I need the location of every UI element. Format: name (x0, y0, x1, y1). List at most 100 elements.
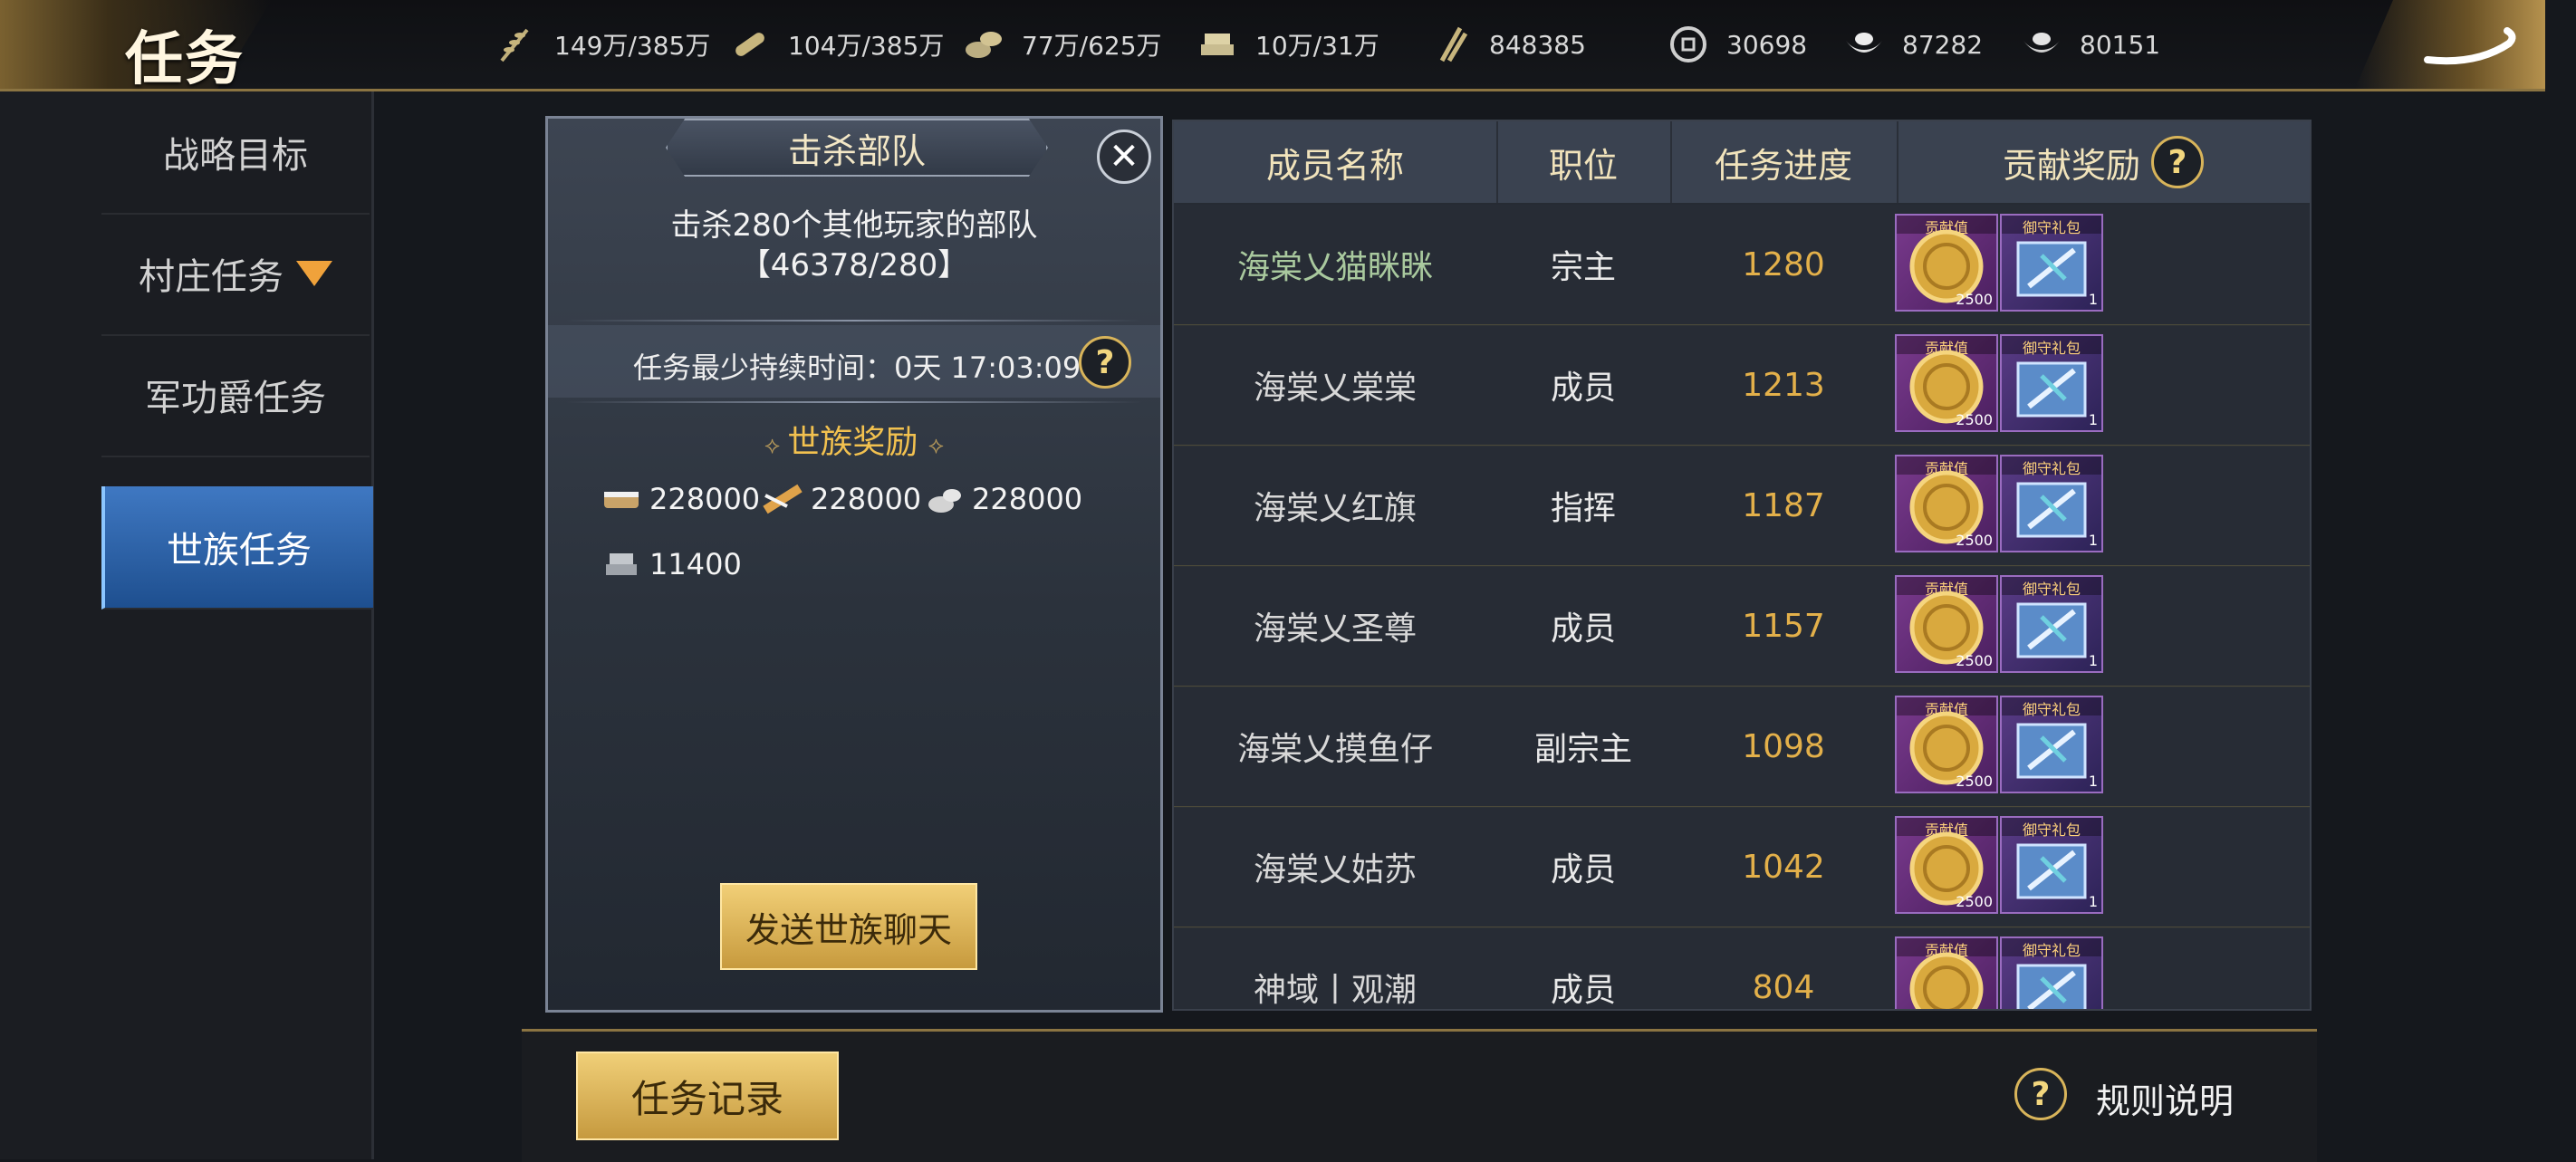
iron-value: 10万/31万 (1255, 31, 1379, 61)
reward-count: 2500 (1956, 652, 1993, 669)
close-icon[interactable]: ✕ (1097, 130, 1151, 184)
ornament-icon: ⟡ (928, 432, 945, 459)
resource-grain[interactable]: 149万/385万 (495, 22, 710, 67)
member-progress: 1187 (1742, 486, 1825, 524)
copper-coin-icon (1670, 26, 1706, 62)
member-progress: 1213 (1742, 366, 1825, 404)
guard-gift-pack-item[interactable]: 御守礼包1 (2000, 334, 2103, 432)
sidebar-item-military-rank-tasks[interactable]: 军功爵任务 (101, 334, 370, 457)
guard-gift-pack-item[interactable]: 御守礼包1 (2000, 936, 2103, 1009)
member-name: 海棠乂红旗 (1253, 490, 1417, 527)
member-role: 成员 (1550, 370, 1616, 407)
member-role: 成员 (1550, 851, 1616, 888)
reward-value: 228000 (972, 482, 1083, 516)
stone-icon (966, 32, 1002, 58)
iron-bundle-icon (606, 553, 637, 575)
table-row[interactable]: 神域丨观潮 成员 804 贡献值2500御守礼包1 (1174, 927, 2310, 1009)
reward-count: 1 (2088, 411, 2098, 428)
table-row[interactable]: 海棠乂红旗 指挥 1187 贡献值 2500 御守礼包 1 (1174, 446, 2310, 567)
column-header-reward: 贡献奖励 ? (1897, 121, 2310, 203)
resource-stone[interactable]: 77万/625万 (962, 22, 1162, 67)
contribution-reward-item[interactable]: 贡献值2500 (1895, 214, 1998, 312)
member-role: 指挥 (1550, 490, 1616, 527)
bottom-bar: 任务记录 ? 规则说明 (522, 1029, 2317, 1162)
send-clan-chat-button[interactable]: 发送世族聊天 (720, 883, 977, 970)
sidebar-item-clan-tasks[interactable]: 世族任务 (101, 486, 373, 610)
member-name: 海棠乂圣尊 (1253, 610, 1417, 648)
table-row[interactable]: 海棠乂棠棠 成员 1213 贡献值 2500 御守礼包 1 (1174, 325, 2310, 447)
sidebar-item-strategic-goals[interactable]: 战略目标 (101, 91, 370, 215)
task-log-button[interactable]: 任务记录 (576, 1052, 839, 1140)
member-progress: 1280 (1742, 245, 1825, 283)
sidebar-item-label: 战略目标 (163, 135, 308, 177)
member-role: 成员 (1550, 610, 1616, 648)
resource-wood[interactable]: 104万/385万 (728, 22, 944, 67)
member-progress: 1098 (1742, 727, 1825, 765)
column-header-progress: 任务进度 (1670, 121, 1898, 203)
member-progress: 804 (1752, 968, 1815, 1006)
member-name: 海棠乂姑苏 (1253, 851, 1417, 888)
top-bar: 任务 149万/385万 104万/385万 77万/625万 10万/31万 … (0, 0, 2545, 93)
reward-count: 1 (2088, 652, 2098, 669)
rules-link[interactable]: 规则说明 (2096, 1073, 2234, 1123)
resource-gold[interactable]: 87282 (1842, 22, 1983, 67)
back-arrow-icon (2424, 27, 2516, 65)
contribution-reward-item[interactable]: 贡献值2500 (1895, 936, 1998, 1009)
reward-count: 2500 (1956, 411, 1993, 428)
divider (566, 401, 1142, 403)
resource-silver[interactable]: 80151 (2020, 22, 2160, 67)
resource-merit[interactable]: 848385 (1429, 22, 1586, 67)
guard-gift-pack-item[interactable]: 御守礼包1 (2000, 696, 2103, 793)
table-row[interactable]: 海棠乂猫眯眯 宗主 1280 贡献值 2500 御守礼包 1 (1174, 205, 2310, 326)
dropdown-triangle-icon (296, 261, 332, 286)
wood-icon (735, 33, 764, 56)
table-row[interactable]: 海棠乂姑苏 成员 1042 贡献值 2500 御守礼包 1 (1174, 807, 2310, 928)
page-title: 任务 (125, 25, 245, 93)
sidebar-item-label: 村庄任务 (139, 256, 284, 298)
table-header: 成员名称 职位 任务进度 贡献奖励 ? (1174, 121, 2310, 203)
member-progress: 1042 (1742, 848, 1825, 886)
reward-count: 1 (2088, 773, 2098, 790)
reward-count: 2500 (1956, 532, 1993, 549)
reward-count: 2500 (1956, 291, 1993, 308)
task-detail-panel: 击杀部队 ✕ 击杀280个其他玩家的部队 【46378/280】 任务最少持续时… (545, 116, 1163, 1013)
contribution-reward-item[interactable]: 贡献值2500 (1895, 816, 1998, 914)
reward-value: 11400 (649, 547, 742, 581)
help-icon[interactable]: ? (2014, 1068, 2067, 1120)
merit-value: 848385 (1489, 29, 1586, 60)
reward-count: 2500 (1956, 773, 1993, 790)
reward-grain: 228000 (599, 479, 760, 519)
task-description: 击杀280个其他玩家的部队 (670, 207, 1038, 244)
guard-gift-pack-item[interactable]: 御守礼包1 (2000, 816, 2103, 914)
reward-header-label: 世族奖励 (787, 424, 918, 461)
sidebar: 战略目标 村庄任务 军功爵任务 世族任务 (0, 91, 374, 1159)
resource-copper[interactable]: 30698 (1667, 22, 1807, 67)
guard-gift-pack-item[interactable]: 御守礼包1 (2000, 575, 2103, 673)
guard-gift-pack-item[interactable]: 御守礼包1 (2000, 455, 2103, 552)
reward-wood: 228000 (760, 479, 921, 519)
gold-value: 87282 (1902, 29, 1984, 60)
gold-medal-icon (1909, 952, 1984, 1009)
help-icon[interactable]: ? (2151, 136, 2204, 188)
copper-value: 30698 (1726, 29, 1808, 60)
contribution-reward-item[interactable]: 贡献值2500 (1895, 575, 1998, 673)
contribution-reward-item[interactable]: 贡献值2500 (1895, 334, 1998, 432)
silver-value: 80151 (2080, 29, 2161, 60)
task-progress: 【46378/280】 (739, 247, 969, 283)
contribution-reward-item[interactable]: 贡献值2500 (1895, 696, 1998, 793)
gift-pack-icon (2016, 843, 2087, 899)
reward-iron: 11400 (599, 544, 742, 584)
gift-pack-icon (2016, 602, 2087, 658)
contribution-reward-item[interactable]: 贡献值2500 (1895, 455, 1998, 552)
table-row[interactable]: 海棠乂圣尊 成员 1157 贡献值 2500 御守礼包 1 (1174, 566, 2310, 687)
help-icon[interactable]: ? (1079, 336, 1131, 389)
member-role: 宗主 (1550, 249, 1616, 286)
back-button[interactable] (2355, 0, 2545, 89)
guard-gift-pack-item[interactable]: 御守礼包1 (2000, 214, 2103, 312)
table-row[interactable]: 海棠乂摸鱼仔 副宗主 1098 贡献值 2500 御守礼包 1 (1174, 687, 2310, 808)
sidebar-item-village-tasks[interactable]: 村庄任务 (101, 213, 370, 336)
divider (566, 320, 1142, 322)
gift-pack-icon (2016, 723, 2087, 779)
resource-iron[interactable]: 10万/31万 (1196, 22, 1379, 67)
reward-stone: 228000 (921, 479, 1082, 519)
